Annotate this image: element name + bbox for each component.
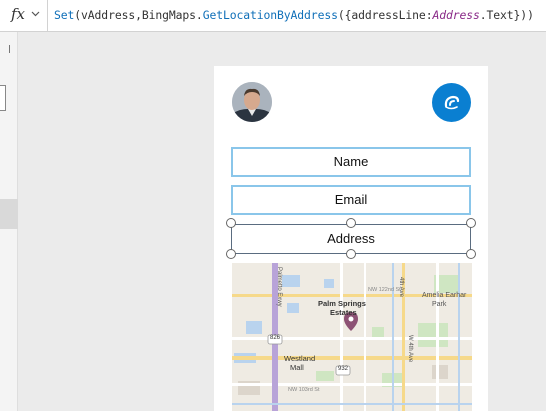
map-label-w4th-ave: W 4th Ave [407,335,413,363]
map-canvas [232,263,472,411]
fx-button[interactable]: fx [0,0,48,31]
map-label-street-103: NW 103rd St [288,387,320,393]
map-label-estates: Estates [330,308,357,317]
map-label-park: Park [432,301,447,308]
resize-handle-bottom[interactable] [346,249,356,259]
formula-token-function: GetLocationByAddress [202,8,338,22]
chevron-down-icon [31,11,40,17]
map-label-palm-springs: Palm Springs [318,299,366,308]
map-label-street-122: NW 122nd St [368,287,401,293]
formula-bar: fx Set(vAddress,BingMaps.GetLocationByAd… [0,0,546,32]
map-label-826: 826 [270,335,281,341]
formula-token-property: .Text})) [479,8,534,22]
panel-search-box[interactable] [0,85,6,111]
map-label-westland: Westland [284,354,316,363]
formula-token-args: (vAddress,BingMaps. [74,8,203,22]
brand-logo-button[interactable] [432,83,471,122]
user-avatar[interactable] [232,82,272,122]
map-label-palmetto: Palmetto Exwy [276,267,282,307]
map-label-932: 932 [338,366,349,372]
name-input[interactable]: Name [231,147,471,177]
fx-label: fx [11,5,26,23]
wave-logo-icon [444,95,460,110]
map-image[interactable]: Palm Springs Estates Westland Mall Ameli… [232,263,472,411]
tree-item-selected[interactable] [0,199,18,229]
tree-view-panel [0,32,18,411]
map-label-4th-ave: 4th Ave [398,277,404,297]
resize-handle-bottom-right[interactable] [466,249,476,259]
app-screen: Name Email Address Palm Springs Estates … [214,66,488,411]
formula-token-control: Address [432,8,480,22]
avatar-photo [232,82,272,122]
map-label-amelia: Amelia Earhar [422,292,467,299]
formula-token-set: Set [54,8,75,22]
email-input[interactable]: Email [231,185,471,215]
map-label-mall: Mall [290,363,304,372]
resize-handle-top-right[interactable] [466,218,476,228]
formula-token-record: ({addressLine: [337,8,433,22]
resize-handle-top-left[interactable] [226,218,236,228]
expand-icon[interactable] [9,45,16,53]
formula-input[interactable]: Set(vAddress,BingMaps.GetLocationByAddre… [54,8,534,22]
resize-handle-bottom-left[interactable] [226,249,236,259]
resize-handle-top[interactable] [346,218,356,228]
